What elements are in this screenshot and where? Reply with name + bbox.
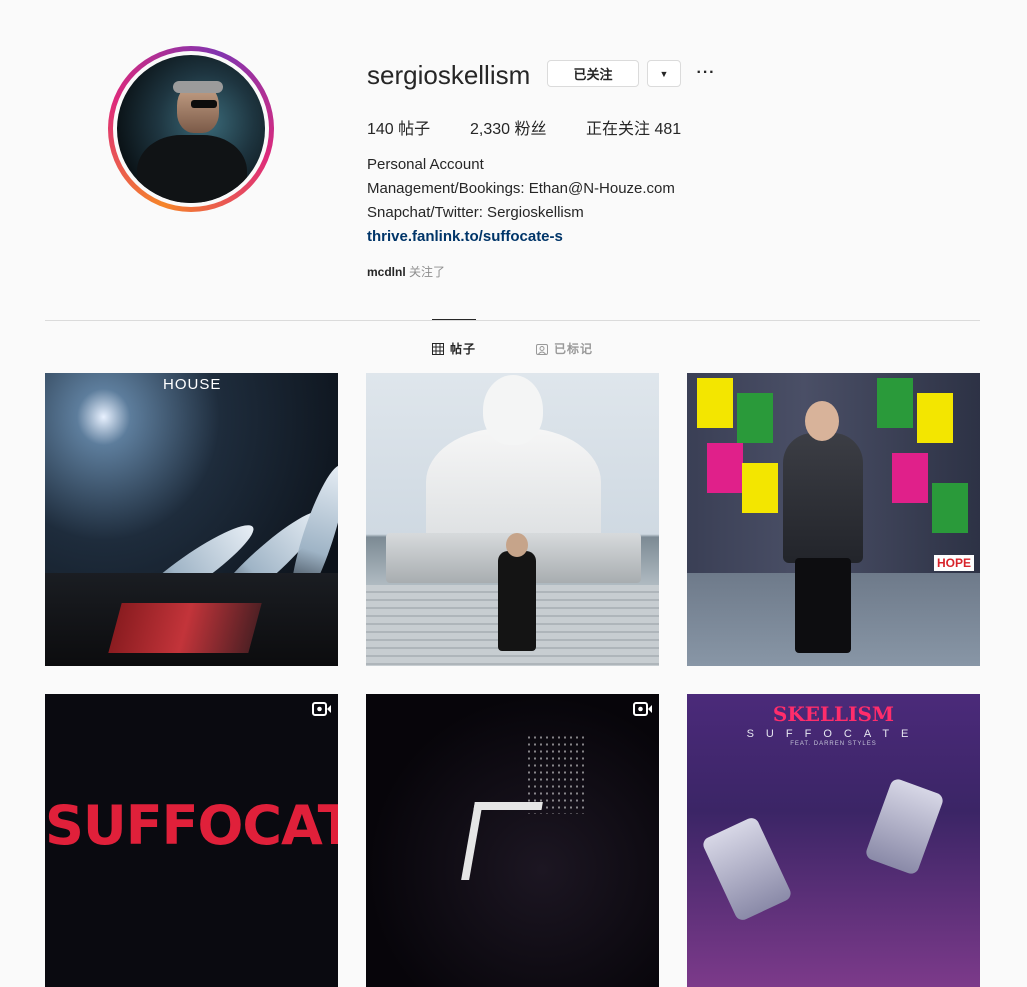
avatar-figure-headband — [173, 81, 223, 93]
followed-by-user[interactable]: mcdlnl — [367, 265, 406, 279]
post-2-buddha-head — [483, 375, 543, 445]
bio-line-2: Management/Bookings: Ethan@N-Houze.com — [367, 180, 675, 197]
post-3-sign-text: HOPE — [933, 555, 974, 571]
post-3-poster — [697, 378, 733, 428]
post-3-poster — [742, 463, 778, 513]
post-2-person-head — [506, 533, 528, 557]
ellipsis-icon: ··· — [696, 64, 716, 81]
post-4-title: SUFFOCATE — [45, 794, 338, 857]
post-6-track-title: SUFFOCATE — [746, 728, 921, 740]
followed-by: mcdlnl 关注了 — [367, 263, 445, 280]
post-6-figure-2 — [864, 777, 945, 876]
post-thumbnail-4[interactable]: SUFFOCATE — [45, 694, 338, 987]
post-3-man-head — [805, 401, 839, 441]
post-3-poster — [892, 453, 928, 503]
tab-tagged[interactable]: 已标记 — [536, 340, 593, 357]
post-2-buddha-body — [426, 428, 601, 548]
post-2-person — [498, 551, 536, 651]
post-3-poster — [917, 393, 953, 443]
tab-posts[interactable]: 帖子 — [432, 340, 476, 357]
tab-tagged-label: 已标记 — [554, 342, 594, 356]
posts-count: 140 帖子 — [367, 121, 431, 138]
avatar-figure-glasses — [191, 100, 217, 108]
following-count[interactable]: 正在关注 481 — [586, 115, 681, 139]
followers-count[interactable]: 2,330 粉丝 — [470, 115, 547, 139]
video-icon — [633, 702, 653, 716]
post-1-logo-text: HOUSE — [163, 376, 222, 393]
post-3-poster — [737, 393, 773, 443]
bio-line-1: Personal Account — [367, 156, 484, 173]
grid-icon — [432, 342, 444, 355]
more-options-button[interactable]: ··· — [695, 62, 717, 84]
chevron-down-icon: ▼ — [659, 68, 669, 79]
post-3-man-legs — [795, 558, 851, 653]
post-thumbnail-2[interactable] — [366, 373, 659, 666]
post-6-feat-text: FEAT. DARREN STYLES — [790, 741, 877, 747]
following-button[interactable]: 已关注 — [547, 60, 639, 87]
post-thumbnail-5[interactable] — [366, 694, 659, 987]
avatar-border — [113, 51, 269, 207]
post-6-figure-1 — [700, 815, 794, 923]
post-3-man-body — [783, 433, 863, 563]
post-thumbnail-3[interactable]: HOPE — [687, 373, 980, 666]
post-1-dj-deck — [108, 603, 262, 653]
post-3-poster — [877, 378, 913, 428]
suggestions-dropdown-button[interactable]: ▼ — [647, 60, 681, 87]
post-thumbnail-1[interactable]: HOUSE — [45, 373, 338, 666]
post-thumbnail-6[interactable]: SKELLISM SUFFOCATE FEAT. DARREN STYLES — [687, 694, 980, 987]
followed-by-suffix: 关注了 — [409, 265, 446, 279]
active-tab-indicator — [432, 319, 476, 320]
profile-avatar[interactable] — [108, 46, 274, 212]
video-icon — [312, 702, 332, 716]
tab-posts-label: 帖子 — [450, 342, 477, 356]
profile-username: sergioskellism — [367, 60, 531, 90]
post-6-artist-name: SKELLISM — [772, 702, 895, 726]
avatar-photo — [117, 55, 265, 203]
post-3-poster — [707, 443, 743, 493]
post-3-poster — [932, 483, 968, 533]
bio-line-3: Snapchat/Twitter: Sergioskellism — [367, 204, 584, 221]
tabs-divider — [45, 320, 980, 321]
bio-link[interactable]: thrive.fanlink.to/suffocate-s — [367, 228, 563, 245]
post-5-logo-shape — [461, 802, 543, 880]
tagged-person-icon — [536, 343, 548, 355]
avatar-figure-body — [137, 135, 247, 203]
